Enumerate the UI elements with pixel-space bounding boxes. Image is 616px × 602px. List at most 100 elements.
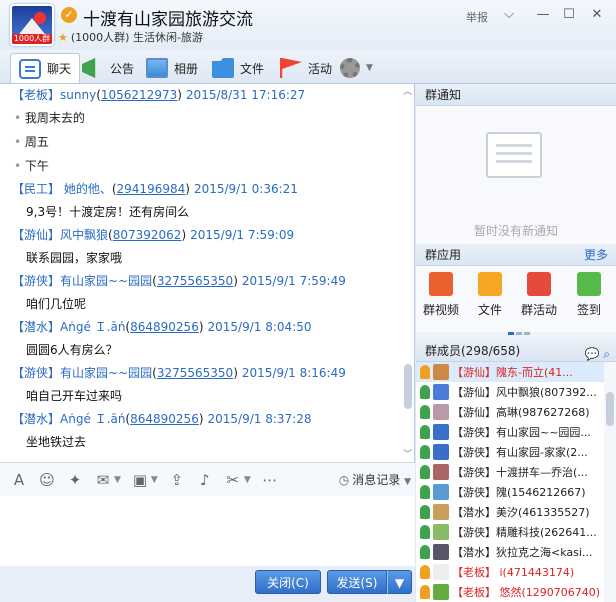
group-avatar[interactable]: 1000人群: [10, 4, 54, 46]
avatar[interactable]: [433, 484, 449, 500]
send-button[interactable]: 发送(S): [327, 570, 387, 594]
scroll-up-icon[interactable]: ︿: [403, 84, 412, 97]
member-row[interactable]: 【游仙】风中飘狼(807392...: [416, 382, 616, 402]
member-row[interactable]: 【游侠】隗(1546212667): [416, 482, 616, 502]
chevron-down-icon[interactable]: ▼: [244, 475, 251, 485]
member-row[interactable]: 【潜水】狄拉克之海<kasi...: [416, 542, 616, 562]
sender-qq-link[interactable]: 294196984: [117, 182, 186, 196]
avatar[interactable]: [433, 384, 449, 400]
chat-scrollbar[interactable]: ︿ ﹀: [401, 84, 414, 462]
avatar[interactable]: [433, 544, 449, 560]
scroll-thumb[interactable]: [606, 392, 614, 426]
app-group-activity[interactable]: 群活动: [514, 272, 564, 318]
avatar[interactable]: [433, 584, 449, 600]
sender-name[interactable]: sunny: [60, 88, 96, 102]
avatar[interactable]: [433, 464, 449, 480]
message-text: 咱们几位呢: [26, 297, 87, 311]
member-row[interactable]: 【游侠】有山家园~~园园...: [416, 422, 616, 442]
message-input[interactable]: [0, 496, 415, 566]
sender-name[interactable]: 风中飘狼: [60, 228, 108, 242]
verified-badge-icon: ✓: [61, 7, 77, 23]
member-row[interactable]: 【游侠】十渡拼车—乔治(...: [416, 462, 616, 482]
app-files[interactable]: 文件: [465, 272, 515, 318]
gift-icon[interactable]: ✉: [94, 471, 112, 489]
message-time: 2015/9/1 0:36:21: [193, 182, 298, 196]
avatar[interactable]: [433, 364, 449, 380]
message-history-button[interactable]: ◷ 消息记录 ▼: [339, 471, 411, 488]
app-label: 群视频: [422, 303, 459, 317]
minimize-button[interactable]: —: [532, 6, 554, 24]
close-button[interactable]: 关闭(C): [255, 570, 321, 594]
chat-bubble-icon[interactable]: 💬: [584, 347, 599, 361]
member-list[interactable]: 【游仙】隗东-而立(41... 【游仙】风中飘狼(807392... 【游仙】高琳(…: [416, 362, 616, 602]
avatar[interactable]: [433, 524, 449, 540]
tab-label: 相册: [174, 61, 199, 76]
tab-activity[interactable]: 活动: [280, 53, 332, 83]
image-icon[interactable]: ▣: [131, 471, 149, 489]
message-time: 2015/9/1 7:59:49: [241, 274, 346, 288]
avatar[interactable]: [433, 424, 449, 440]
magic-wand-icon[interactable]: ✦: [66, 471, 84, 489]
send-options-button[interactable]: ▼: [387, 570, 412, 594]
sender-name[interactable]: Aṅgé Ｉ.āń: [60, 412, 125, 426]
report-button[interactable]: 举报: [466, 9, 488, 25]
sender-name[interactable]: 她的他、: [60, 182, 112, 196]
page-dot[interactable]: [524, 332, 530, 335]
tab-files[interactable]: 文件: [212, 53, 264, 83]
emoji-icon[interactable]: ☺: [38, 471, 56, 489]
more-icon[interactable]: ⋯: [261, 471, 279, 489]
member-scrollbar[interactable]: [604, 362, 616, 602]
sender-name[interactable]: 有山家园~~园园: [60, 274, 152, 288]
folder-icon: [212, 58, 234, 78]
sender-qq-link[interactable]: 864890256: [130, 412, 199, 426]
message-header: 【潜水】Aṅgé Ｉ.āń(864890256) 2015/9/1 8:04:50: [12, 320, 312, 334]
scroll-down-icon[interactable]: ﹀: [403, 447, 412, 460]
sender-name[interactable]: Aṅgé Ｉ.āń: [60, 320, 125, 334]
upload-icon[interactable]: ⇪: [168, 471, 186, 489]
page-dot[interactable]: [508, 332, 514, 335]
tab-album[interactable]: 相册: [146, 53, 198, 83]
member-role-icon: [420, 525, 430, 539]
sender-qq-link[interactable]: 807392062: [113, 228, 182, 242]
search-icon[interactable]: ⌕: [603, 347, 610, 361]
avatar[interactable]: [433, 504, 449, 520]
avatar[interactable]: [433, 444, 449, 460]
tab-chat[interactable]: 聊天: [10, 53, 81, 83]
sender-qq-link[interactable]: 864890256: [130, 320, 199, 334]
avatar[interactable]: [433, 404, 449, 420]
page-indicator[interactable]: [508, 324, 538, 335]
menu-dropdown-icon[interactable]: ⌵: [498, 6, 520, 24]
message-time: 2015/9/1 7:59:09: [190, 228, 295, 242]
app-check-in[interactable]: 签到: [564, 272, 614, 318]
scissors-icon[interactable]: ✂: [224, 471, 242, 489]
sender-qq-link[interactable]: 3275565350: [157, 274, 233, 288]
avatar[interactable]: [433, 564, 449, 580]
member-row[interactable]: 【老板】 悠然(1290706740): [416, 582, 616, 602]
member-row[interactable]: 【游仙】隗东-而立(41...: [416, 362, 616, 382]
music-icon[interactable]: ♪: [196, 471, 214, 489]
member-row[interactable]: 【老板】 i(471443174): [416, 562, 616, 582]
member-row[interactable]: 【游仙】高琳(987627268): [416, 402, 616, 422]
member-row[interactable]: 【潜水】美汐(461335527): [416, 502, 616, 522]
chat-history[interactable]: 【老板】sunny(1056212973)2015/8/31 17:16:27 我…: [0, 84, 415, 462]
page-dot[interactable]: [516, 332, 522, 335]
font-icon[interactable]: A: [10, 471, 28, 489]
app-group-video[interactable]: 群视频: [416, 272, 466, 318]
maximize-button[interactable]: ☐: [558, 6, 580, 24]
member-role-icon: [420, 365, 430, 379]
tab-announcement[interactable]: 公告: [82, 53, 134, 83]
chevron-down-icon[interactable]: ▼: [151, 475, 158, 485]
settings-dropdown[interactable]: ▼: [340, 53, 373, 83]
sender-qq-link[interactable]: 3275565350: [157, 366, 233, 380]
group-title[interactable]: 十渡有山家园旅游交流: [83, 5, 253, 30]
member-row[interactable]: 【游侠】精雕科技(262641...: [416, 522, 616, 542]
apps-section-title: 群应用 更多: [416, 244, 616, 266]
scroll-thumb[interactable]: [404, 364, 412, 409]
member-row[interactable]: 【游侠】有山家园-家家(2...: [416, 442, 616, 462]
sender-name[interactable]: 有山家园~~园园: [60, 366, 152, 380]
more-apps-link[interactable]: 更多: [584, 244, 608, 266]
close-window-button[interactable]: ✕: [586, 6, 608, 24]
message-text: 9,3号！十渡定房！还有房间么: [26, 205, 190, 219]
chevron-down-icon[interactable]: ▼: [114, 475, 121, 485]
sender-qq-link[interactable]: 1056212973: [101, 88, 177, 102]
